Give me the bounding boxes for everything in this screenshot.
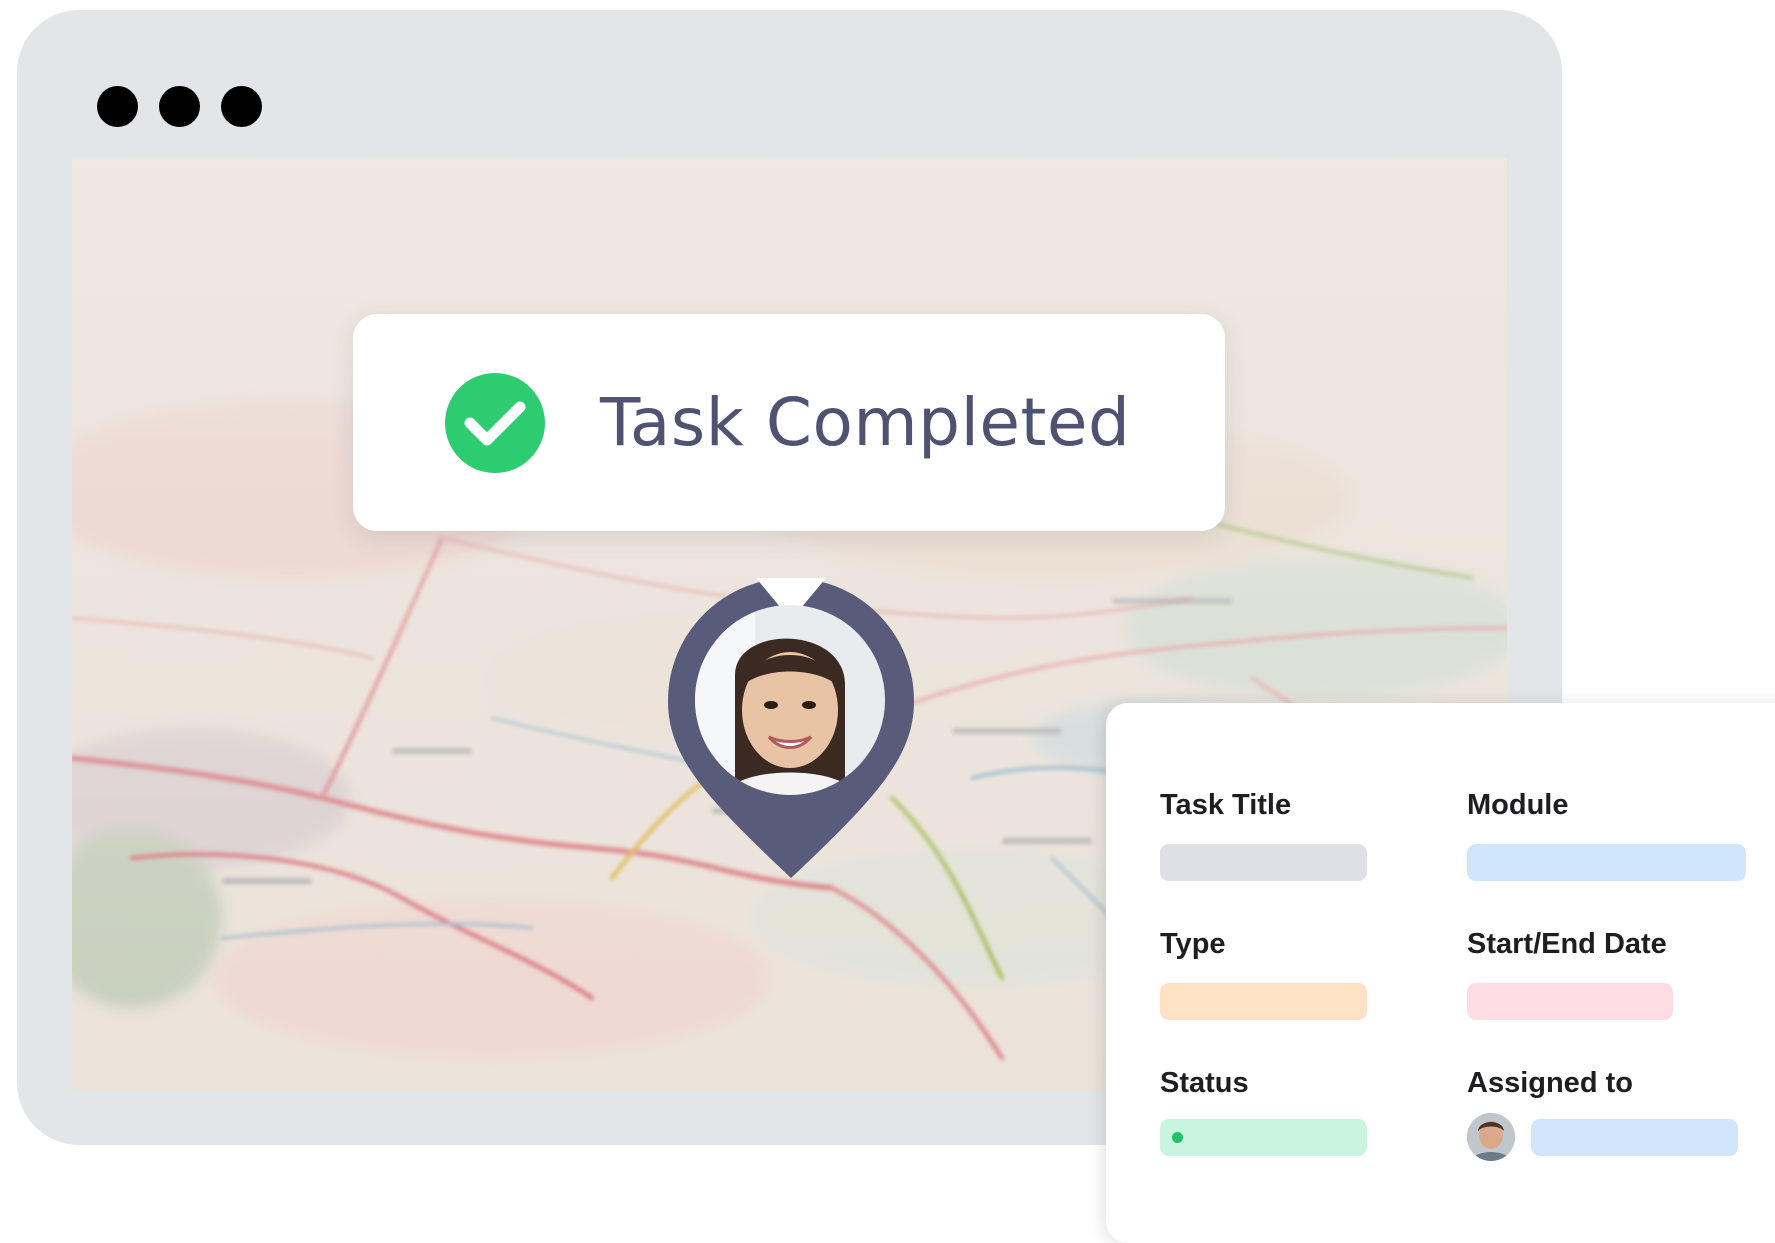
window-control-dot[interactable]: [159, 86, 200, 127]
module-value[interactable]: [1467, 844, 1746, 881]
task-details-card: Task Title Module Type Start/End Date St…: [1106, 703, 1775, 1243]
start-end-date-label: Start/End Date: [1467, 928, 1667, 960]
window-control-dot[interactable]: [97, 86, 138, 127]
type-value[interactable]: [1160, 983, 1367, 1020]
module-label: Module: [1467, 789, 1569, 821]
task-completed-toast: Task Completed: [353, 314, 1225, 531]
status-value[interactable]: [1160, 1119, 1367, 1156]
user-avatar: [695, 605, 885, 795]
task-title-label: Task Title: [1160, 789, 1292, 821]
type-label: Type: [1160, 928, 1226, 960]
assigned-to-value[interactable]: [1531, 1119, 1738, 1156]
assignee-avatar[interactable]: [1467, 1113, 1515, 1161]
check-circle-icon: [445, 373, 545, 473]
assigned-to-label: Assigned to: [1467, 1067, 1633, 1099]
start-end-date-value[interactable]: [1467, 983, 1673, 1020]
window-control-dot[interactable]: [221, 86, 262, 127]
window-controls: [97, 86, 262, 127]
status-dot: [1172, 1132, 1183, 1143]
toast-message: Task Completed: [600, 384, 1131, 461]
task-title-value[interactable]: [1160, 844, 1367, 881]
status-label: Status: [1160, 1067, 1249, 1099]
location-pin[interactable]: [668, 578, 914, 878]
